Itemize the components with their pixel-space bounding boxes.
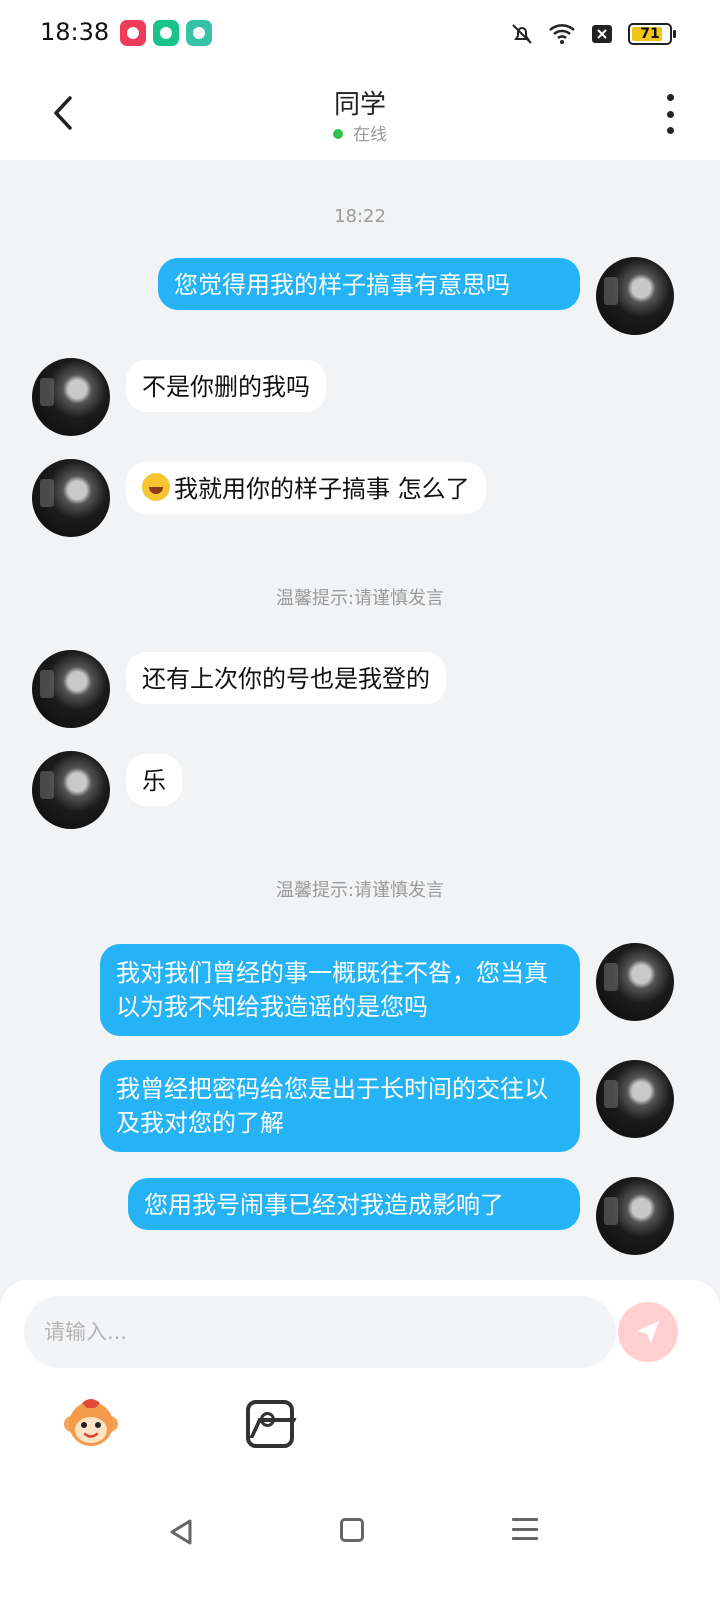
message-bubble-received[interactable]: 乐 [126,754,182,806]
message-list: 18:22 您觉得用我的样子搞事有意思吗 不是你删的我吗 我就用你的样子搞事 怎… [0,160,720,1310]
my-avatar[interactable] [596,1177,674,1255]
chat-screen: 18:38 71 同学 在线 18:22 您觉得用我的样子搞事有意思吗 不是你删… [0,0,720,1600]
contact-status: 在线 [0,120,720,145]
message-input[interactable]: 请输入... [24,1296,616,1368]
message-bubble-sent[interactable]: 您用我号闹事已经对我造成影响了 [128,1178,580,1230]
sim-x-icon [592,25,612,43]
send-icon [637,1321,659,1343]
system-nav-bar [0,1496,720,1600]
warning-notice: 温馨提示:请谨慎发言 [275,588,445,609]
message-bubble-received[interactable]: 还有上次你的号也是我登的 [126,652,446,704]
battery-icon: 71 [628,23,676,45]
message-bubble-received[interactable]: 我就用你的样子搞事 怎么了 [126,462,486,514]
message-bubble-sent[interactable]: 我对我们曾经的事一概既往不咎，您当真以为我不知给我造谣的是您吗 [100,944,580,1036]
contact-status-label: 在线 [353,125,387,145]
message-bubble-sent[interactable]: 我曾经把密码给您是出于长时间的交往以及我对您的了解 [100,1060,580,1152]
friend-avatar[interactable] [32,358,110,436]
my-avatar[interactable] [596,1060,674,1138]
notification-app-icon [120,20,146,46]
nav-home-icon[interactable] [340,1518,364,1542]
status-time: 18:38 [40,18,110,46]
message-bubble-received[interactable]: 不是你删的我吗 [126,360,326,412]
rofl-emoji-icon [142,473,170,501]
status-bar: 18:38 71 [0,0,720,68]
image-picker-button[interactable] [246,1400,294,1448]
chat-header: 同学 在线 [0,68,720,160]
notification-app-icon [153,20,179,46]
emoji-sticker-button[interactable] [62,1396,120,1452]
friend-avatar[interactable] [32,459,110,537]
more-vertical-icon [666,94,674,101]
message-bubble-sent[interactable]: 您觉得用我的样子搞事有意思吗 [158,258,580,310]
friend-avatar[interactable] [32,650,110,728]
wifi-icon [549,24,575,44]
more-options-button[interactable] [658,94,682,134]
notification-app-icon [186,20,212,46]
mute-bell-icon [512,24,532,44]
my-avatar[interactable] [596,257,674,335]
friend-avatar[interactable] [32,751,110,829]
send-button[interactable] [618,1302,678,1362]
nav-back-icon[interactable] [168,1518,194,1546]
nav-recents-icon[interactable] [512,1518,538,1540]
contact-name: 同学 [333,90,386,120]
warning-notice: 温馨提示:请谨慎发言 [275,880,445,901]
message-timestamp: 18:22 [334,206,386,227]
monkey-emoji-icon [64,1399,118,1446]
online-dot-icon [333,129,343,139]
my-avatar[interactable] [596,943,674,1021]
status-icons: 71 [510,18,676,50]
